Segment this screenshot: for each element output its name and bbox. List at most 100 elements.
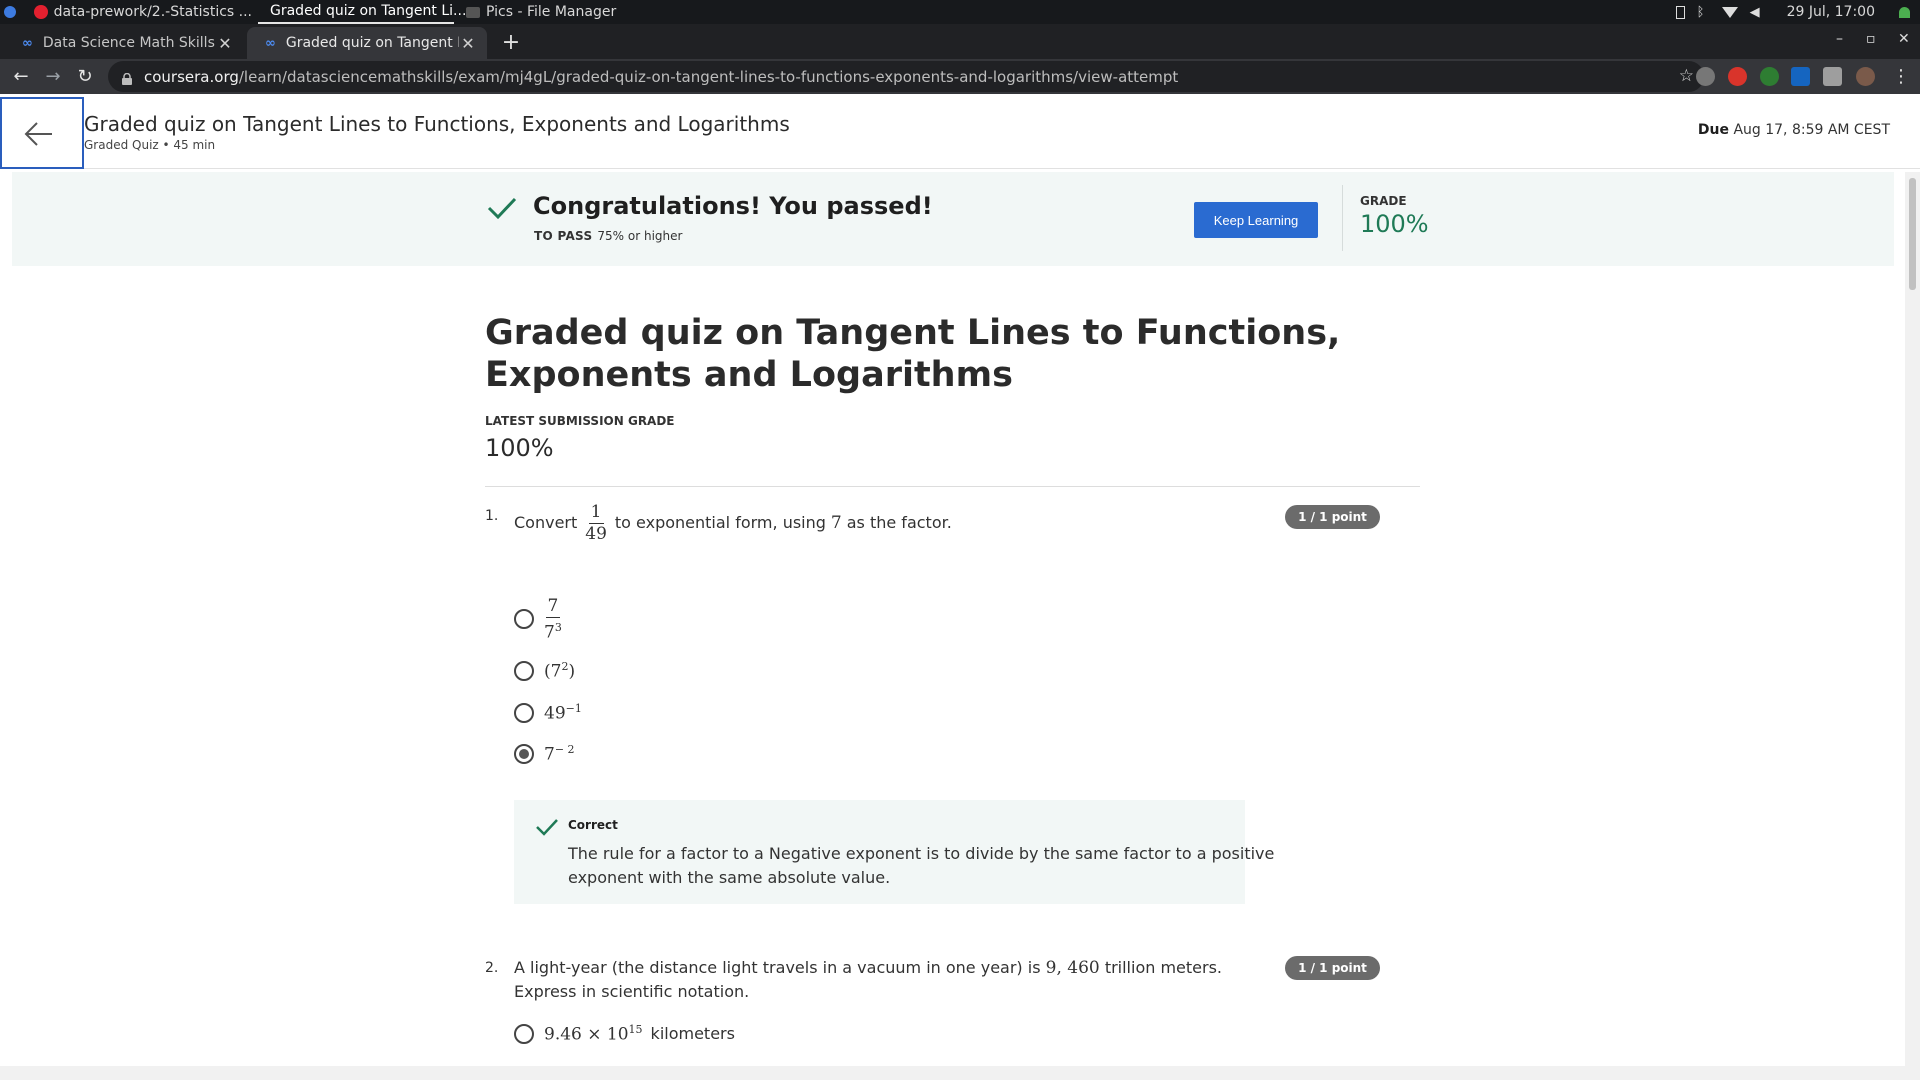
update-icon[interactable] [1899, 6, 1910, 18]
to-pass-label: TO PASS [534, 229, 593, 243]
close-window-icon[interactable]: ✕ [1898, 31, 1910, 47]
answer-option[interactable]: (72) [514, 660, 575, 682]
keep-learning-button[interactable]: Keep Learning [1194, 202, 1318, 238]
option-math: 49−1 [544, 702, 582, 724]
points-badge: 1 / 1 point [1285, 505, 1380, 529]
browser-menu-icon[interactable]: ⋮ [1888, 64, 1914, 90]
os-window-label: data-prework/2.-Statistics ... [53, 4, 252, 20]
option-math: 7− 2 [544, 743, 575, 765]
os-window-terminal[interactable]: data-prework/2.-Statistics ... [28, 0, 258, 24]
grade-label: GRADE [1360, 194, 1407, 208]
option-exponent: 15 [628, 1023, 643, 1036]
battery-icon[interactable] [1675, 5, 1685, 19]
fraction-denominator: 73 [544, 618, 562, 643]
volume-icon[interactable]: ◀ [1750, 6, 1763, 19]
new-tab-button[interactable]: + [497, 29, 525, 57]
option-exponent: −1 [565, 702, 582, 715]
question-value: 9, 460 [1045, 958, 1100, 978]
radio-button[interactable] [514, 660, 534, 681]
question-number: 2. [485, 960, 499, 976]
answer-option-selected[interactable]: 7− 2 [514, 743, 575, 765]
maximize-icon[interactable]: ▫ [1866, 31, 1876, 47]
bluetooth-icon[interactable]: ᛒ [1697, 6, 1710, 19]
extension-bug-icon[interactable] [1696, 67, 1715, 86]
folder-icon [466, 6, 480, 18]
extension-tree-icon[interactable] [1760, 67, 1779, 86]
profile-avatar[interactable] [1856, 67, 1875, 86]
tab-math-skills[interactable]: ∞ Data Science Math Skills - Fun ✕ [4, 27, 244, 59]
option-unit: kilometers [650, 1024, 735, 1044]
address-bar[interactable]: coursera.org /learn/datasciencemathskill… [108, 61, 1704, 92]
tab-graded-quiz[interactable]: ∞ Graded quiz on Tangent Line ✕ [247, 27, 487, 59]
fraction-numerator: 1 [588, 502, 604, 524]
due-value: Aug 17, 8:59 AM CEST [1733, 122, 1890, 138]
url-host: coursera.org [144, 67, 239, 86]
fraction-denominator: 49 [585, 524, 607, 544]
os-window-chrome[interactable]: Graded quiz on Tangent Li... [258, 0, 466, 24]
wifi-icon[interactable] [1721, 6, 1738, 18]
quiz-header: Graded quiz on Tangent Lines to Function… [0, 94, 1920, 169]
radio-button[interactable] [514, 702, 534, 723]
option-exponent: − 2 [554, 743, 575, 756]
extensions-puzzle-icon[interactable] [1823, 67, 1842, 86]
grade-value: 100% [1360, 210, 1429, 238]
back-button[interactable] [0, 97, 84, 169]
den-exponent: 3 [554, 621, 562, 634]
header-subtitle: Graded Quiz • 45 min [84, 138, 216, 152]
answer-option[interactable]: 49−1 [514, 702, 582, 724]
vertical-scrollbar[interactable] [1905, 172, 1920, 1067]
option-base: 9.46 × 10 [544, 1024, 629, 1045]
os-window-file-manager[interactable]: Pics - File Manager [460, 0, 622, 24]
url-path: /learn/datasciencemathskills/exam/mj4gL/… [238, 67, 1179, 86]
coursera-icon: ∞ [265, 35, 276, 51]
opera-icon [34, 5, 48, 19]
pass-message: Congratulations! You passed! [533, 192, 933, 220]
submission-grade-label: LATEST SUBMISSION GRADE [485, 414, 675, 428]
option-base: 7 [544, 744, 555, 765]
option-math: (72) [544, 660, 575, 682]
option-base: 49 [544, 703, 566, 724]
radio-button[interactable] [514, 609, 534, 630]
pass-banner: Congratulations! You passed! TO PASS 75% … [12, 172, 1894, 266]
page-title: Graded quiz on Tangent Lines to Function… [485, 313, 1341, 395]
den-base: 7 [544, 622, 555, 643]
pass-threshold: TO PASS 75% or higher [534, 229, 682, 243]
arrow-left-icon [24, 122, 52, 146]
option-math: 9.46 × 1015 [544, 1023, 643, 1045]
radio-button[interactable] [514, 1023, 534, 1044]
forward-arrow-icon[interactable]: → [40, 64, 66, 90]
divider [485, 486, 1420, 487]
scrollbar-thumb[interactable] [1909, 178, 1916, 290]
due-date: Due Aug 17, 8:59 AM CEST [1698, 122, 1890, 138]
checkmark-icon [487, 197, 517, 220]
back-arrow-icon[interactable]: ← [8, 64, 34, 90]
horizontal-scrollbar[interactable] [0, 1066, 1920, 1080]
tab-title: Graded quiz on Tangent Line [285, 35, 459, 51]
option-base: (7 [544, 661, 562, 682]
clock[interactable]: 29 Jul, 17:00 [1787, 4, 1875, 20]
reload-icon[interactable]: ↻ [72, 64, 98, 90]
due-label: Due [1697, 122, 1729, 138]
header-title: Graded quiz on Tangent Lines to Function… [84, 112, 790, 136]
os-menu-icon[interactable] [0, 0, 28, 24]
option-tail: ) [568, 661, 576, 682]
os-taskbar: data-prework/2.-Statistics ... Graded qu… [0, 0, 1920, 24]
bookmark-star-icon[interactable]: ☆ [1679, 66, 1694, 86]
banner-divider [1342, 185, 1343, 251]
question-2-text: A light-year (the distance light travels… [514, 956, 1249, 1004]
question-1-text: Convert 1 49 to exponential form, using … [514, 502, 952, 544]
close-icon[interactable]: ✕ [216, 34, 234, 53]
radio-button-checked[interactable] [514, 743, 534, 764]
answer-option[interactable]: 7 73 [514, 596, 562, 643]
close-icon[interactable]: ✕ [459, 34, 477, 53]
option-fraction: 7 73 [544, 596, 562, 643]
answer-option[interactable]: 9.46 × 1015 kilometers [514, 1023, 735, 1045]
extension-blue-icon[interactable] [1791, 67, 1810, 86]
question-text: A light-year (the distance light travels… [514, 958, 1041, 977]
lock-icon [122, 71, 132, 85]
to-pass-value: 75% or higher [597, 229, 683, 243]
os-window-label: Graded quiz on Tangent Li... [270, 3, 467, 19]
tab-title: Data Science Math Skills - Fun [42, 35, 216, 51]
adblock-icon[interactable] [1728, 67, 1747, 86]
minimize-icon[interactable]: – [1836, 31, 1843, 47]
